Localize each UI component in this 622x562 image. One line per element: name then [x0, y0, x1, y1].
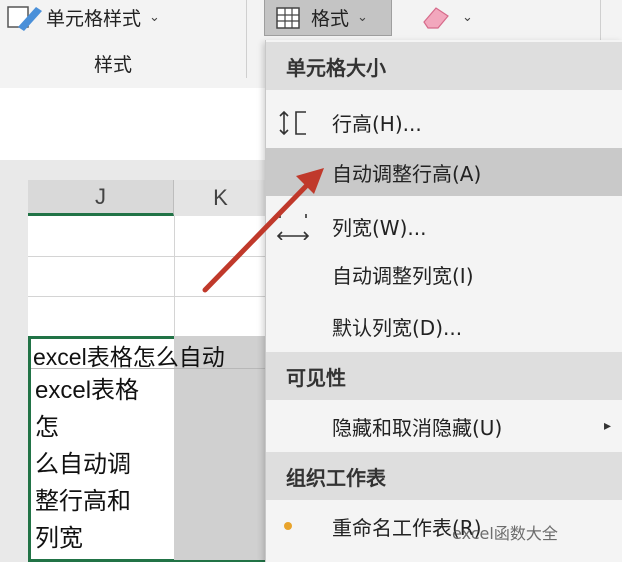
- red-arrow-annotation: [202, 168, 324, 293]
- watermark-text: excel函数大全: [452, 524, 558, 543]
